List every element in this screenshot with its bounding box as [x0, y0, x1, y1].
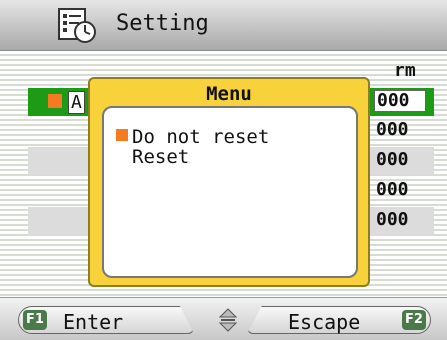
up-down-arrows-icon: [219, 308, 237, 332]
menu-title: Menu: [206, 83, 252, 105]
menu-options-panel: Do not reset Reset: [102, 106, 358, 278]
row-value: 000: [376, 179, 409, 200]
footer-bar: F1 Enter Escape F2: [0, 297, 447, 340]
settings-clock-icon: [58, 8, 96, 43]
selected-bullet-icon: [116, 129, 128, 141]
menu-popup: Menu Do not reset Reset: [88, 77, 370, 287]
row-label: A: [68, 91, 85, 114]
f1-key-badge: F1: [23, 310, 47, 330]
column-header: rm: [394, 60, 416, 81]
enter-button[interactable]: F1 Enter: [18, 306, 194, 334]
page-title: Setting: [116, 11, 209, 36]
escape-label: Escape: [288, 310, 361, 334]
row-value: 000: [376, 209, 409, 230]
header-bar: Setting: [0, 0, 447, 51]
menu-item-do-not-reset[interactable]: Do not reset: [132, 126, 269, 148]
row-value: 000: [376, 119, 409, 140]
f2-key-badge: F2: [402, 310, 426, 330]
enter-label: Enter: [63, 310, 124, 334]
escape-button[interactable]: Escape F2: [247, 306, 431, 334]
menu-item-reset[interactable]: Reset: [132, 146, 189, 168]
settings-screen: Setting rm A 000 C 000 S 000 S 000 T 000…: [0, 0, 447, 340]
selection-marker: [48, 94, 62, 108]
row-value: 000: [374, 90, 426, 112]
row-value: 000: [376, 149, 409, 170]
